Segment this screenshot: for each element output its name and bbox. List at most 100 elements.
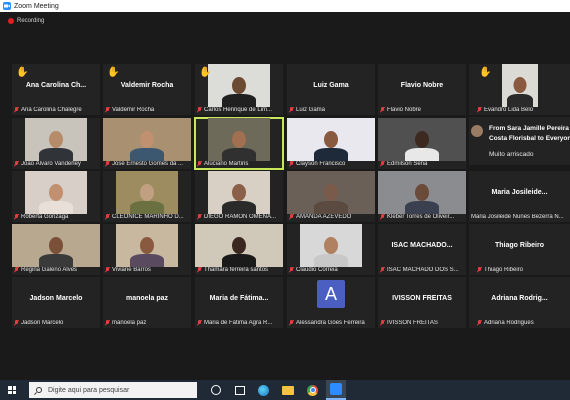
muted-mic-icon <box>477 320 482 326</box>
participant-video <box>208 118 270 161</box>
participant-name: Flavio Nobre <box>387 107 422 113</box>
participant-name: Thamara ferreira santos <box>204 267 269 273</box>
participant-name: Valdemir Rocha <box>112 107 155 113</box>
participant-tile[interactable]: Viviane Barros <box>103 224 191 275</box>
participant-name-label: Flavio Nobre <box>380 107 464 113</box>
participant-tile[interactable]: Maria de Fátima... Maria de Fátima Agra R… <box>195 277 283 328</box>
participant-video <box>208 64 270 107</box>
participant-name: Maria Josileide Nunes Bezerra N... <box>471 214 564 220</box>
participant-name-label: manoela paz <box>105 320 189 326</box>
participant-display-name: Thiago Ribeiro <box>495 242 544 249</box>
participant-name-label: Thamara ferreira santos <box>197 267 281 273</box>
participant-tile[interactable]: João Álvaro Vanderley <box>12 118 100 169</box>
participant-name-label: Kleber Torres de Oliveir... <box>380 214 464 220</box>
participant-display-name: Adriana Rodrig... <box>491 295 548 302</box>
participant-tile[interactable]: Flavio Nobre Flavio Nobre <box>378 64 466 115</box>
participant-tile[interactable]: DIEGO RAMON OMENA... <box>195 171 283 222</box>
participant-tile[interactable]: manoela paz manoela paz <box>103 277 191 328</box>
participant-tile[interactable]: ISAC MACHADO... ISAC MACHADO DOS S... <box>378 224 466 275</box>
participant-name: Kleber Torres de Oliveir... <box>387 214 455 220</box>
participant-tile[interactable]: CLEONICE MARINHO D... <box>103 171 191 222</box>
participant-tile[interactable]: Regina Galeno Alves <box>12 224 100 275</box>
participant-tile[interactable]: Adriana Rodrig... Adriana Rodrigues <box>469 277 570 328</box>
taskbar-zoom-button[interactable] <box>326 380 346 400</box>
participant-tile[interactable]: Claudio Correia <box>287 224 375 275</box>
participant-name-label: CLEONICE MARINHO D... <box>105 214 189 220</box>
participant-tile[interactable]: Luiz Gama Luiz Gama <box>287 64 375 115</box>
participant-name-label: João Álvaro Vanderley <box>14 161 98 167</box>
muted-mic-icon <box>105 161 110 167</box>
participant-name-label: Alessandra Góes Ferreira <box>289 320 373 326</box>
task-view-icon[interactable] <box>235 385 245 395</box>
participant-name-label: Maria de Fátima Agra R... <box>197 320 281 326</box>
participant-tile[interactable]: Clayson Francisco <box>287 118 375 169</box>
participant-tile[interactable]: ✋ Carlos Henrique de Lim... <box>195 64 283 115</box>
windows-start-icon[interactable] <box>8 386 16 394</box>
participant-name-label: Maria Josileide Nunes Bezerra N... <box>471 214 568 220</box>
participant-tile[interactable]: Kleber Torres de Oliveir... <box>378 171 466 222</box>
participant-tile[interactable]: Aluciano Martins <box>194 117 284 170</box>
participant-tile[interactable]: ✋ Evandro Lida Belo <box>469 64 570 115</box>
file-explorer-icon[interactable] <box>282 385 294 395</box>
recording-label[interactable]: Recording <box>17 18 44 24</box>
zoom-app-icon <box>3 2 11 10</box>
participant-display-name: Maria de Fátima... <box>209 295 269 302</box>
muted-mic-icon <box>380 107 385 113</box>
muted-mic-icon <box>14 214 19 220</box>
participant-display-name: IVISSON FREITAS <box>392 295 452 302</box>
muted-mic-icon <box>197 267 202 273</box>
muted-mic-icon <box>289 214 294 220</box>
cortana-icon[interactable] <box>210 384 222 396</box>
participant-name-label: Jose Ernesto Gomes da ... <box>105 161 189 167</box>
participant-name: Thiago Ribeiro <box>484 267 524 273</box>
windows-taskbar: Digite aqui para pesquisar <box>0 380 570 400</box>
muted-mic-icon <box>289 161 294 167</box>
zoom-icon <box>330 383 342 395</box>
muted-mic-icon <box>197 320 202 326</box>
participant-tile[interactable]: IVISSON FREITAS IVISSON FREITAS <box>378 277 466 328</box>
raised-hand-icon: ✋ <box>199 67 212 78</box>
muted-mic-icon <box>477 267 482 273</box>
search-icon <box>36 387 42 393</box>
participant-name: Ana Carolina Chalegre <box>21 107 82 113</box>
participant-tile[interactable]: Maria Josileide... Maria Josileide Nunes … <box>469 171 570 222</box>
chat-sender-avatar <box>471 125 483 137</box>
participant-name-label: AMANDA AZEVEDO <box>289 214 373 220</box>
participant-tile[interactable]: Roberta Gonzaga <box>12 171 100 222</box>
muted-mic-icon <box>197 161 202 167</box>
participant-tile[interactable]: Thamara ferreira santos <box>195 224 283 275</box>
edge-browser-icon[interactable] <box>258 384 269 396</box>
participant-tile[interactable]: Edmilson Sena <box>378 118 466 169</box>
participant-name: Maria de Fátima Agra R... <box>204 320 273 326</box>
participant-video <box>12 224 100 267</box>
participant-name-label: Thiago Ribeiro <box>477 267 568 273</box>
participant-tile[interactable]: Thiago Ribeiro Thiago Ribeiro <box>469 224 570 275</box>
participant-name: Jose Ernesto Gomes da ... <box>112 161 184 167</box>
participant-tile[interactable]: AMANDA AZEVEDO <box>287 171 375 222</box>
chat-notification[interactable]: From Sara Jamille Pereira Costa Florisba… <box>469 117 570 165</box>
participant-display-name: Valdemir Rocha <box>120 82 174 89</box>
participant-tile[interactable]: Jose Ernesto Gomes da ... <box>103 118 191 169</box>
participant-name-label: Edmilson Sena <box>380 161 464 167</box>
participant-video <box>502 64 538 107</box>
participant-name: Aluciano Martins <box>204 161 249 167</box>
chrome-icon[interactable] <box>307 384 318 396</box>
participant-tile[interactable]: ✋ Ana Carolina Ch... Ana Carolina Chalegre <box>12 64 100 115</box>
taskbar-search[interactable]: Digite aqui para pesquisar <box>29 382 197 398</box>
participant-tile[interactable]: Jadson Marcelo Jadson Marcelo <box>12 277 100 328</box>
participant-name: Luiz Gama <box>296 107 326 113</box>
muted-mic-icon <box>105 107 110 113</box>
participant-name: IVISSON FREITAS <box>387 320 438 326</box>
raised-hand-icon: ✋ <box>107 67 120 78</box>
participant-name: Carlos Henrique de Lim... <box>204 107 273 113</box>
muted-mic-icon <box>289 107 294 113</box>
participant-name-label: IVISSON FREITAS <box>380 320 464 326</box>
window-title: Zoom Meeting <box>14 2 59 10</box>
participant-name: Regina Galeno Alves <box>21 267 78 273</box>
participant-tile[interactable]: A Alessandra Góes Ferreira <box>287 277 375 328</box>
recording-bar: Recording <box>0 12 570 30</box>
participant-name: AMANDA AZEVEDO <box>296 214 352 220</box>
title-bar: Zoom Meeting <box>0 0 570 12</box>
participant-name-label: Ana Carolina Chalegre <box>14 107 98 113</box>
participant-tile[interactable]: ✋ Valdemir Rocha Valdemir Rocha <box>103 64 191 115</box>
